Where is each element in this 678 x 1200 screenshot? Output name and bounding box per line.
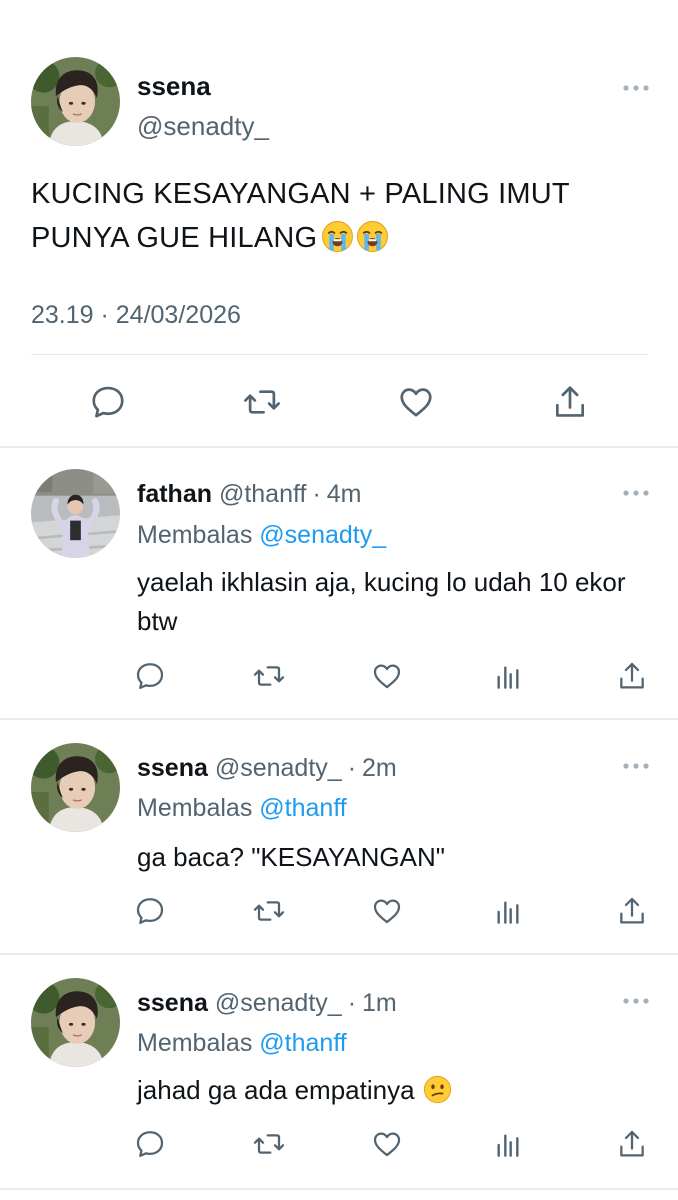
reply-header: ssena @senadty_ · 2m: [137, 752, 397, 784]
reply-button[interactable]: [134, 1128, 166, 1160]
views-button[interactable]: [492, 896, 524, 928]
separator-dot: ·: [347, 989, 357, 1017]
views-button[interactable]: [492, 661, 524, 693]
reply-text: jahad ga ada empatinya: [137, 1071, 637, 1115]
retweet-icon: [243, 383, 281, 421]
avatar-image: [31, 57, 120, 146]
share-icon: [616, 895, 648, 927]
avatar[interactable]: [31, 743, 120, 832]
reply-header: ssena @senadty_ · 1m: [137, 987, 397, 1019]
views-button[interactable]: [492, 1129, 524, 1161]
tweet-body: KUCING KESAYANGAN + PALING IMUT PUNYA GU…: [31, 178, 570, 254]
divider: [31, 354, 648, 355]
like-button[interactable]: [371, 895, 403, 927]
like-button[interactable]: [371, 1128, 403, 1160]
replying-to: Membalas @thanff: [137, 792, 347, 824]
mention-link[interactable]: @thanff: [259, 794, 346, 822]
reply-button[interactable]: [134, 660, 166, 692]
author-name[interactable]: ssena: [137, 754, 208, 782]
retweet-icon: [253, 895, 285, 927]
avatar[interactable]: [31, 469, 120, 558]
more-options-icon[interactable]: [622, 488, 650, 498]
replying-to-label: Membalas: [137, 794, 253, 822]
tweet-timestamp[interactable]: 23.19 · 24/03/2026: [31, 299, 241, 331]
loudly-crying-face-emoji-icon: [321, 220, 354, 266]
reply-time[interactable]: 2m: [362, 754, 397, 782]
more-options-icon[interactable]: [622, 83, 650, 93]
bar-chart-icon: [492, 1129, 524, 1161]
like-button[interactable]: [397, 383, 435, 421]
heart-icon: [397, 383, 435, 421]
heart-icon: [371, 895, 403, 927]
like-button[interactable]: [371, 660, 403, 692]
reply-icon: [134, 895, 166, 927]
author-name[interactable]: ssena: [137, 989, 208, 1017]
author-name[interactable]: fathan: [137, 480, 212, 508]
separator: [0, 446, 678, 448]
avatar-image: [31, 978, 120, 1067]
bar-chart-icon: [492, 896, 524, 928]
more-options-icon[interactable]: [622, 761, 650, 771]
reply-icon: [134, 1128, 166, 1160]
author-handle[interactable]: @senadty_: [137, 110, 269, 142]
tweet-text: KUCING KESAYANGAN + PALING IMUT PUNYA GU…: [31, 172, 631, 266]
avatar[interactable]: [31, 57, 120, 146]
reply-header: fathan @thanff · 4m: [137, 478, 362, 510]
share-button[interactable]: [616, 660, 648, 692]
replying-to-label: Membalas: [137, 521, 253, 549]
reply-time[interactable]: 4m: [327, 480, 362, 508]
reply-text: ga baca? "KESAYANGAN": [137, 842, 445, 872]
share-button[interactable]: [616, 895, 648, 927]
separator-dot: ·: [312, 480, 321, 508]
retweet-icon: [253, 660, 285, 692]
avatar[interactable]: [31, 978, 120, 1067]
replying-to: Membalas @senadty_: [137, 519, 386, 551]
share-icon: [616, 1128, 648, 1160]
retweet-button[interactable]: [253, 660, 285, 692]
separator: [0, 953, 678, 955]
retweet-button[interactable]: [253, 1128, 285, 1160]
share-icon: [616, 660, 648, 692]
more-options-icon[interactable]: [622, 996, 650, 1006]
bar-chart-icon: [492, 661, 524, 693]
reply-button[interactable]: [134, 895, 166, 927]
reply-text: yaelah ikhlasin aja, kucing lo udah 10 e…: [137, 567, 626, 636]
share-icon: [551, 383, 589, 421]
reply-icon: [89, 383, 127, 421]
main-tweet[interactable]: ssena @senadty_ KUCING KESAYANGAN + PALI…: [0, 0, 678, 447]
retweet-button[interactable]: [253, 895, 285, 927]
separator: [0, 1188, 678, 1190]
separator-dot: ·: [347, 754, 357, 782]
retweet-button[interactable]: [243, 383, 281, 421]
mention-link[interactable]: @thanff: [259, 1029, 346, 1057]
reply-time[interactable]: 1m: [362, 989, 397, 1017]
heart-icon: [371, 660, 403, 692]
avatar-image: [31, 469, 120, 558]
replying-to-label: Membalas: [137, 1029, 253, 1057]
avatar-image: [31, 743, 120, 832]
separator: [0, 718, 678, 720]
reply-body: jahad ga ada empatinya: [137, 1075, 415, 1105]
mention-link[interactable]: @senadty_: [259, 521, 386, 549]
loudly-crying-face-emoji-icon: [356, 220, 389, 266]
confused-face-emoji-icon: [423, 1075, 452, 1115]
author-handle[interactable]: @senadty_: [215, 754, 342, 782]
author-handle[interactable]: @senadty_: [215, 989, 342, 1017]
heart-icon: [371, 1128, 403, 1160]
replying-to: Membalas @thanff: [137, 1027, 347, 1059]
author-handle[interactable]: @thanff: [219, 480, 306, 508]
share-button[interactable]: [616, 1128, 648, 1160]
retweet-icon: [253, 1128, 285, 1160]
author-name[interactable]: ssena: [137, 70, 211, 102]
reply-icon: [134, 660, 166, 692]
reply-button[interactable]: [89, 383, 127, 421]
share-button[interactable]: [551, 383, 589, 421]
